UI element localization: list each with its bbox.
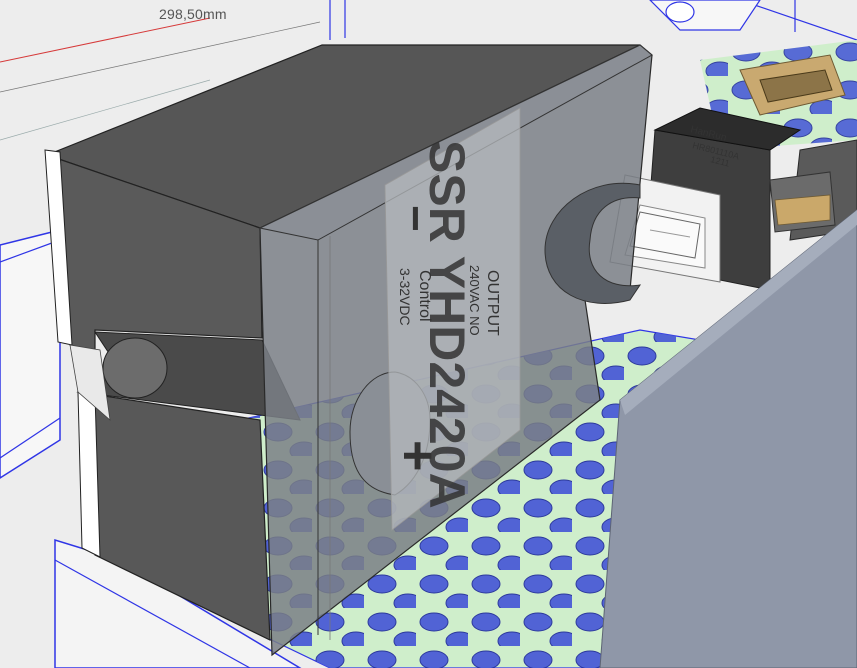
output-rating-text: 240VAC NO	[467, 265, 482, 336]
control-title-text: Control	[416, 270, 433, 322]
output-title-text: OUTPUT	[484, 270, 501, 336]
3d-viewport[interactable]: HanRun HR801110A 1211 SSR YHD2420A OUTPU…	[0, 0, 857, 668]
control-rating-text: 3-32VDC	[397, 268, 413, 326]
dimension-label: 298,50mm	[159, 6, 227, 22]
plus-terminal-text: +	[388, 440, 448, 472]
model-scene[interactable]: HanRun HR801110A 1211 SSR YHD2420A OUTPU…	[0, 0, 857, 668]
minus-terminal-text: −	[390, 205, 442, 232]
